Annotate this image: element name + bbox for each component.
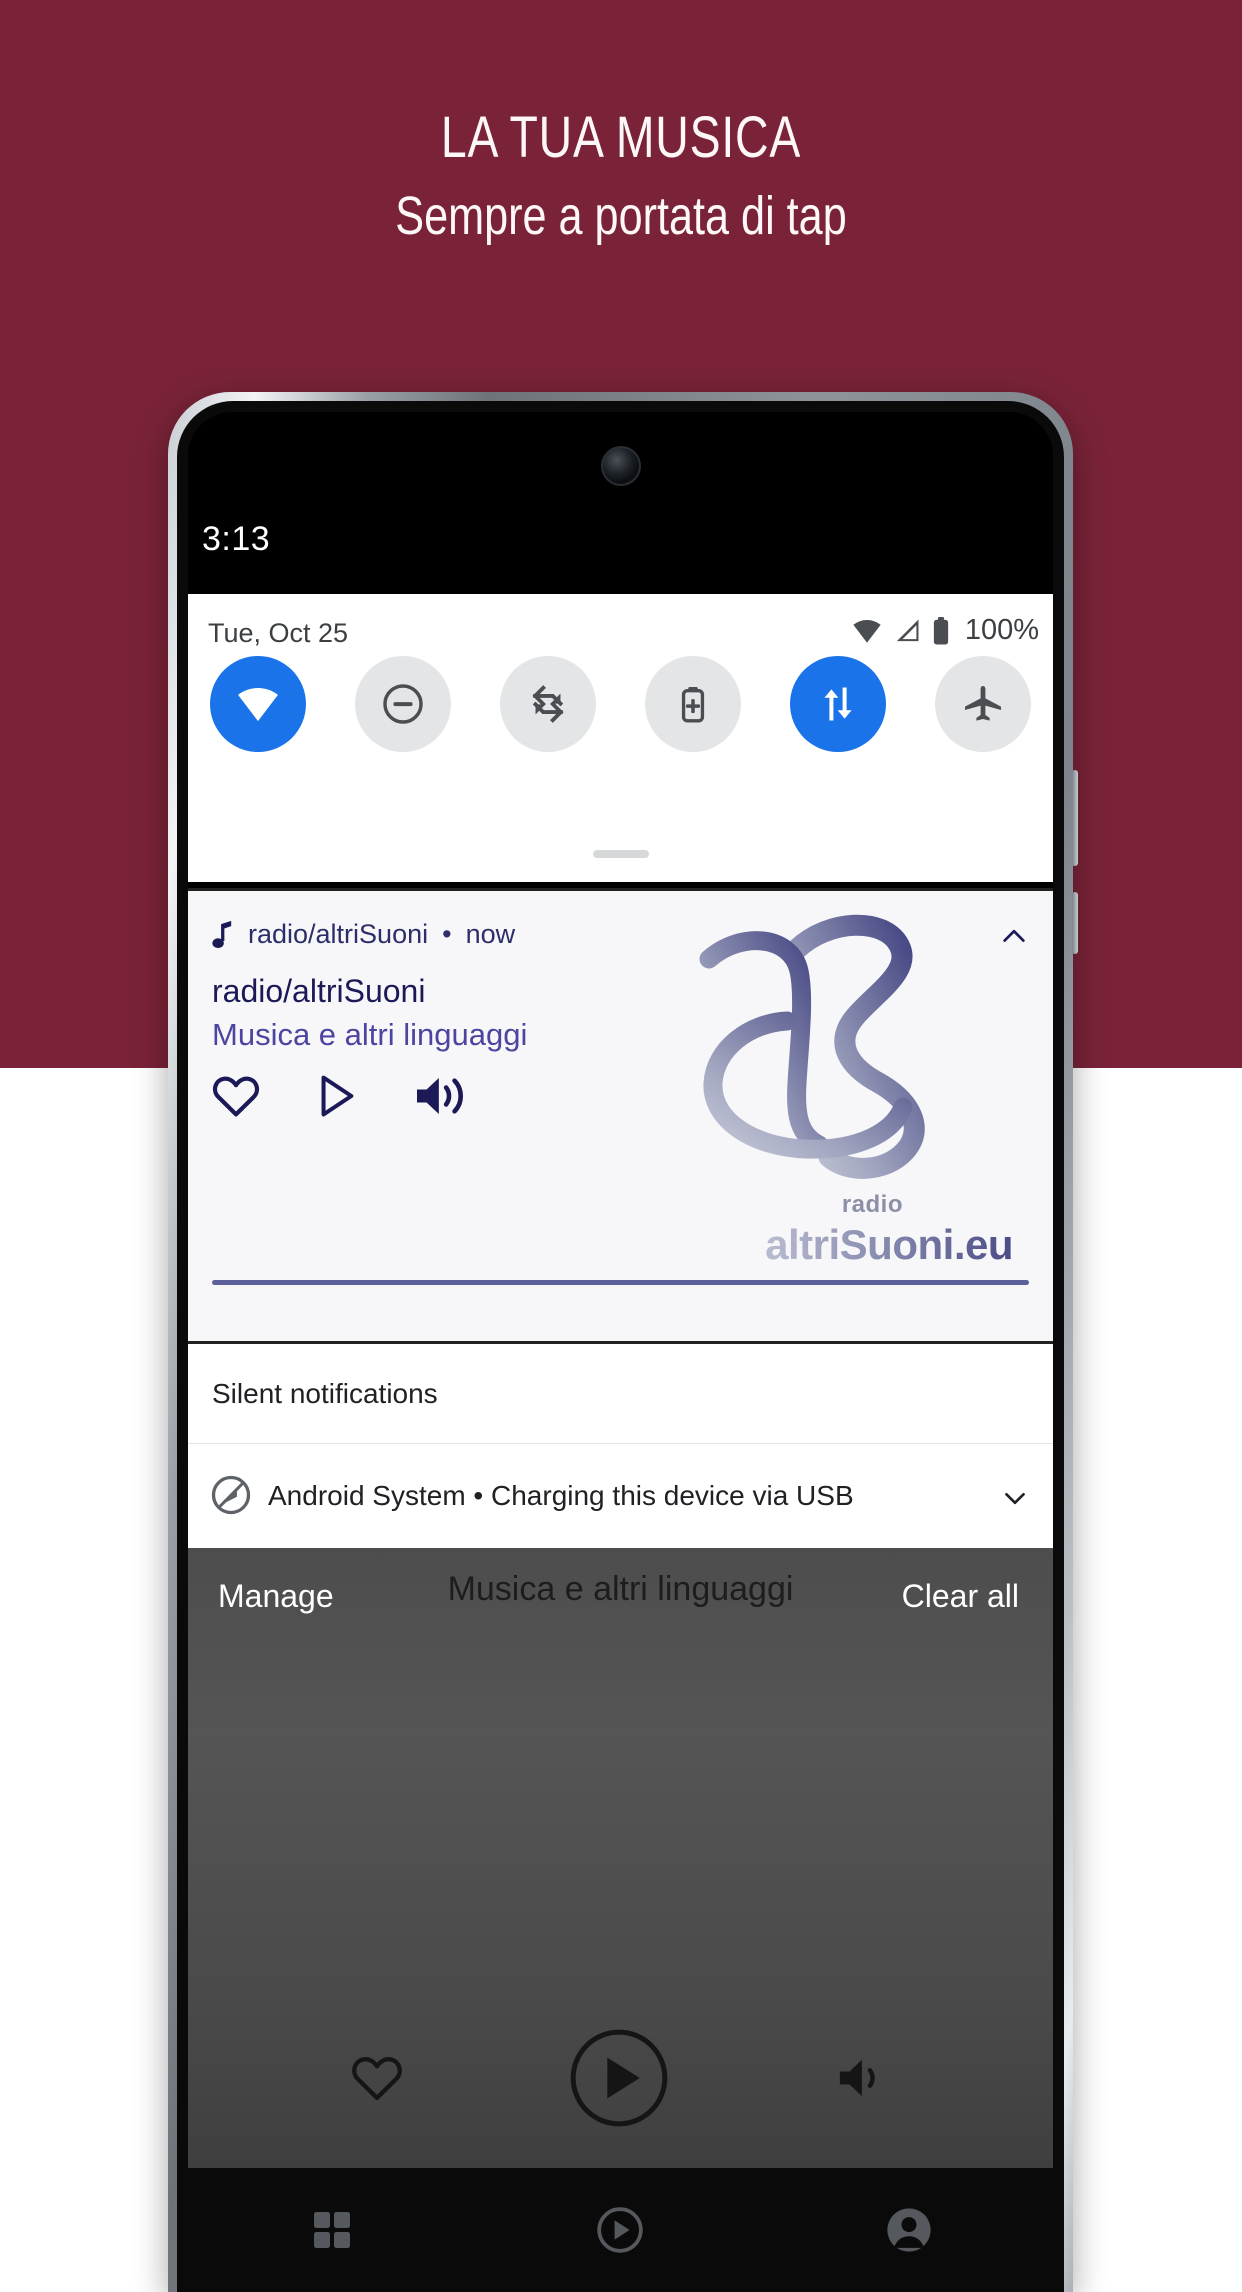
media-notification-card[interactable]: radio altriSuoni.eu radio/altriSuoni • n… xyxy=(188,888,1053,1344)
volume-button[interactable] xyxy=(412,1073,468,1119)
logo-wordmark: altriSuoni.eu xyxy=(765,1221,1013,1268)
wifi-icon xyxy=(851,618,883,644)
app-player-controls xyxy=(188,2028,1053,2128)
mobile-data-icon xyxy=(818,682,858,726)
chevron-down-icon[interactable] xyxy=(999,1482,1031,1514)
clear-all-button[interactable]: Clear all xyxy=(902,1578,1019,1615)
quick-settings-tiles xyxy=(188,656,1053,752)
app-volume-button[interactable] xyxy=(836,2054,890,2102)
quick-tile-auto-rotate[interactable] xyxy=(500,656,596,752)
quick-tile-do-not-disturb[interactable] xyxy=(355,656,451,752)
page-subtitle: Sempre a portata di tap xyxy=(395,186,847,246)
app-favorite-button[interactable] xyxy=(351,2054,403,2102)
power-button[interactable] xyxy=(1072,892,1078,954)
nav-account-button[interactable] xyxy=(884,2205,934,2255)
media-action-buttons xyxy=(212,1073,468,1119)
quick-settings-panel: Tue, Oct 25 100% xyxy=(188,594,1053,882)
silent-notifications-header: Silent notifications xyxy=(188,1344,1053,1444)
device-top-band: 3:13 xyxy=(188,412,1053,594)
media-title: radio/altriSuoni xyxy=(212,973,426,1009)
wifi-icon xyxy=(235,685,281,723)
media-app-name: radio/altriSuoni xyxy=(248,919,429,949)
volume-rocker-button[interactable] xyxy=(1072,770,1078,866)
music-note-icon xyxy=(212,920,234,950)
battery-percent-label: 100% xyxy=(964,614,1039,646)
battery-saver-icon xyxy=(672,683,714,725)
manage-button[interactable]: Manage xyxy=(218,1578,334,1615)
media-timestamp: now xyxy=(465,919,516,949)
quick-tile-battery-saver[interactable] xyxy=(645,656,741,752)
silent-notifications-label: Silent notifications xyxy=(212,1378,438,1409)
battery-icon xyxy=(931,616,951,645)
quick-tile-airplane-mode[interactable] xyxy=(935,656,1031,752)
front-camera-icon xyxy=(600,446,641,486)
do-not-disturb-icon xyxy=(380,681,426,727)
media-notification-header: radio/altriSuoni • now xyxy=(212,919,515,950)
auto-rotate-icon xyxy=(526,682,570,726)
notification-text: Android System • Charging this device vi… xyxy=(268,1480,854,1511)
quick-tile-wifi[interactable] xyxy=(210,656,306,752)
status-bar-clock: 3:13 xyxy=(202,520,271,558)
phone-device: 3:13 Tue, Oct 25 100% radio altriSuoni.e… xyxy=(168,392,1078,2292)
quick-tile-mobile-data[interactable] xyxy=(790,656,886,752)
media-separator: • xyxy=(442,919,452,949)
phone-screen: 3:13 Tue, Oct 25 100% radio altriSuoni.e… xyxy=(188,412,1053,2292)
notification-row-android-system[interactable]: Android System • Charging this device vi… xyxy=(188,1444,1053,1548)
airplane-icon xyxy=(961,682,1005,726)
status-date: Tue, Oct 25 xyxy=(208,618,349,648)
app-play-button[interactable] xyxy=(569,2028,669,2128)
logo-radio-label: radio xyxy=(841,1191,903,1218)
android-system-icon xyxy=(210,1474,252,1516)
nav-player-button[interactable] xyxy=(595,2205,645,2255)
page-title: LA TUA MUSICA xyxy=(440,105,802,170)
bottom-navigation-bar xyxy=(188,2168,1053,2292)
media-subtitle: Musica e altri linguaggi xyxy=(212,1017,528,1052)
app-behind-shade: Musica e altri linguaggi Manage Clear al… xyxy=(188,1548,1053,2168)
nav-grid-button[interactable] xyxy=(308,2206,356,2254)
status-icon-group: 100% xyxy=(851,614,1039,647)
shade-drag-handle[interactable] xyxy=(592,850,649,858)
play-button[interactable] xyxy=(314,1073,358,1119)
media-collapse-button[interactable] xyxy=(997,919,1031,953)
signal-icon xyxy=(893,618,921,644)
favorite-button[interactable] xyxy=(212,1074,260,1118)
media-progress-bar[interactable] xyxy=(212,1280,1029,1285)
